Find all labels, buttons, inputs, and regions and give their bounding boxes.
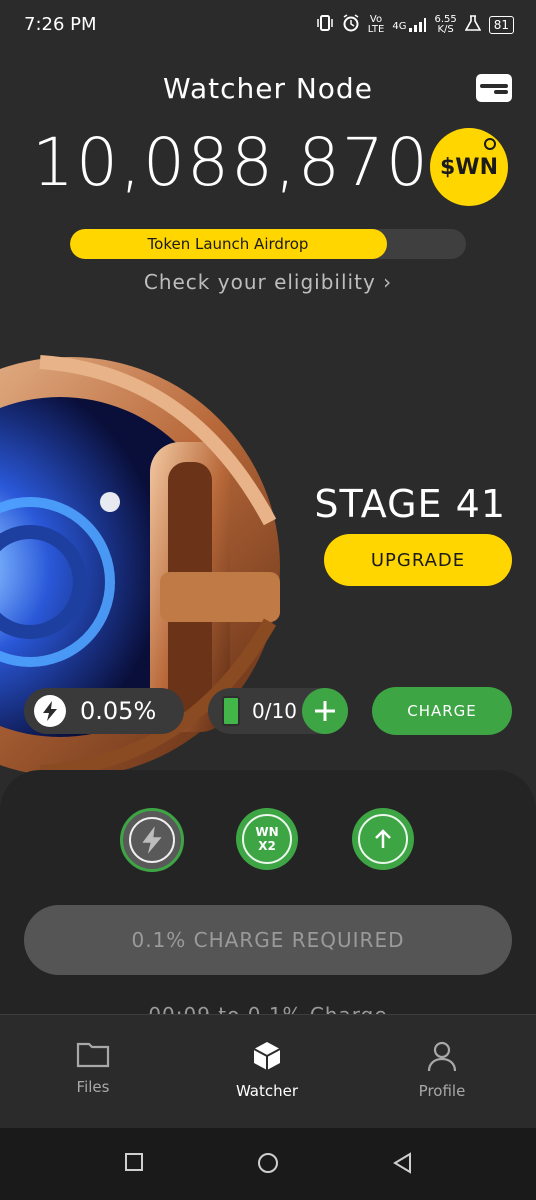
cube-icon: [253, 1042, 281, 1070]
charge-required-button[interactable]: 0.1% CHARGE REQUIRED: [24, 905, 512, 975]
signal-icon: 4G: [392, 17, 427, 32]
vibrate-icon: [316, 15, 334, 34]
nav-profile[interactable]: Profile: [382, 1040, 502, 1100]
charge-percent-value: 0.05%: [80, 697, 157, 725]
recents-icon[interactable]: [124, 1152, 144, 1172]
nav-files[interactable]: Files: [33, 1040, 153, 1096]
wallet-icon[interactable]: [476, 74, 512, 102]
charge-percent-pill: 0.05%: [24, 688, 184, 734]
boost-lightning-button[interactable]: [120, 808, 184, 872]
lightning-icon: [34, 695, 66, 727]
battery-indicator: 81: [488, 15, 514, 34]
alarm-icon: [342, 14, 360, 35]
add-battery-button[interactable]: [302, 688, 348, 734]
battery-count-value: 0/10: [252, 699, 297, 723]
token-balance: 10,088,870: [32, 124, 430, 201]
user-icon: [427, 1041, 457, 1072]
status-icons: Vo LTE 4G 6.55 K/S 81: [316, 14, 514, 35]
upgrade-button[interactable]: UPGRADE: [324, 534, 512, 586]
wn-coin-icon: $WN: [430, 128, 508, 206]
stage-label: STAGE 41: [314, 482, 506, 526]
check-eligibility-link[interactable]: Check your eligibility ›: [0, 270, 536, 294]
charge-button[interactable]: CHARGE: [372, 687, 512, 735]
folder-icon: [76, 1042, 110, 1068]
speed-indicator: 6.55 K/S: [434, 13, 457, 35]
back-icon[interactable]: [392, 1152, 412, 1174]
plus-icon: [315, 701, 335, 721]
boost-multiplier-button[interactable]: WN X2: [236, 808, 298, 870]
status-bar: 7:26 PM Vo LTE 4G 6.55 K/S 81: [0, 0, 536, 52]
volte-indicator: Vo LTE: [367, 13, 385, 35]
airdrop-label: Token Launch Airdrop: [147, 235, 309, 253]
nav-watcher[interactable]: Watcher: [207, 1040, 327, 1100]
status-time: 7:26 PM: [24, 14, 97, 35]
boost-upgrade-button[interactable]: [352, 808, 414, 870]
charge-timer: 00:09 to 0.1% Charge: [0, 1000, 536, 1014]
airdrop-progress-bar[interactable]: Token Launch Airdrop: [70, 229, 466, 259]
chevron-right-icon: ›: [383, 270, 393, 294]
home-icon[interactable]: [257, 1152, 279, 1174]
page-title: Watcher Node: [163, 72, 373, 105]
flask-icon: [464, 15, 482, 34]
battery-icon: [222, 696, 240, 726]
